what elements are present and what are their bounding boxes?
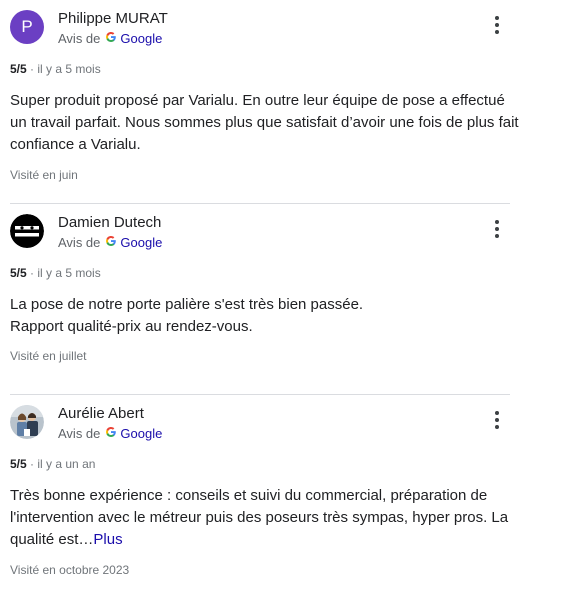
- reviews-list: P Philippe MURAT Avis de Google 5/5 · il…: [0, 0, 580, 587]
- review-text: Très bonne expérience : conseils et suiv…: [10, 485, 520, 551]
- review-text: Super produit proposé par Varialu. En ou…: [10, 92, 519, 153]
- source-prefix: Avis de: [58, 235, 101, 250]
- review-card: Damien Dutech Avis de Google 5/5 · il y …: [0, 204, 580, 395]
- dot-icon: [495, 227, 499, 231]
- source-name[interactable]: Google: [120, 426, 162, 441]
- review-meta: 5/5 · il y a un an: [10, 457, 95, 471]
- rating: 5/5: [10, 266, 27, 280]
- avatar-letter: P: [21, 17, 33, 36]
- avatar[interactable]: [10, 405, 44, 439]
- review-card: Aurélie Abert Avis de Google 5/5 · il y …: [0, 395, 580, 587]
- dot-icon: [495, 23, 499, 27]
- google-g-icon: [105, 426, 117, 441]
- dot-icon: [495, 425, 499, 429]
- more-link[interactable]: Plus: [93, 531, 122, 548]
- couple-photo-icon: [10, 405, 44, 439]
- author-name[interactable]: Aurélie Abert: [58, 405, 144, 422]
- visit-date: Visité en juillet: [10, 349, 87, 363]
- review-source: Avis de Google: [58, 426, 162, 441]
- more-options-button[interactable]: [486, 12, 508, 38]
- more-options-button[interactable]: [486, 407, 508, 433]
- rating: 5/5: [10, 62, 27, 76]
- google-g-icon: [105, 31, 117, 46]
- more-options-button[interactable]: [486, 216, 508, 242]
- dot-icon: [495, 16, 499, 20]
- source-name[interactable]: Google: [120, 235, 162, 250]
- review-source: Avis de Google: [58, 31, 162, 46]
- review-age: il y a 5 mois: [37, 62, 101, 76]
- dot-icon: [495, 418, 499, 422]
- avatar[interactable]: P: [10, 10, 44, 44]
- review-text-body: Très bonne expérience : conseils et suiv…: [10, 487, 509, 548]
- author-name[interactable]: Damien Dutech: [58, 214, 161, 231]
- dot-icon: [495, 30, 499, 34]
- dot-icon: [495, 411, 499, 415]
- google-g-icon: [105, 235, 117, 250]
- dot-icon: [495, 234, 499, 238]
- rating: 5/5: [10, 457, 27, 471]
- review-card: P Philippe MURAT Avis de Google 5/5 · il…: [0, 0, 580, 204]
- visit-date: Visité en juin: [10, 168, 78, 182]
- review-age: il y a 5 mois: [37, 266, 101, 280]
- visit-date: Visité en octobre 2023: [10, 563, 130, 577]
- source-prefix: Avis de: [58, 31, 101, 46]
- review-age: il y a un an: [37, 457, 96, 471]
- review-text-line: Rapport qualité-prix au rendez-vous.: [10, 318, 253, 335]
- mask-face-icon: [10, 214, 44, 248]
- review-meta: 5/5 · il y a 5 mois: [10, 62, 101, 76]
- review-text-line: La pose de notre porte palière s'est trè…: [10, 296, 364, 313]
- source-name[interactable]: Google: [120, 31, 162, 46]
- review-text: La pose de notre porte palière s'est trè…: [10, 294, 520, 338]
- dot-icon: [495, 220, 499, 224]
- review-meta: 5/5 · il y a 5 mois: [10, 266, 101, 280]
- source-prefix: Avis de: [58, 426, 101, 441]
- review-source: Avis de Google: [58, 235, 162, 250]
- author-name[interactable]: Philippe MURAT: [58, 10, 168, 27]
- avatar[interactable]: [10, 214, 44, 248]
